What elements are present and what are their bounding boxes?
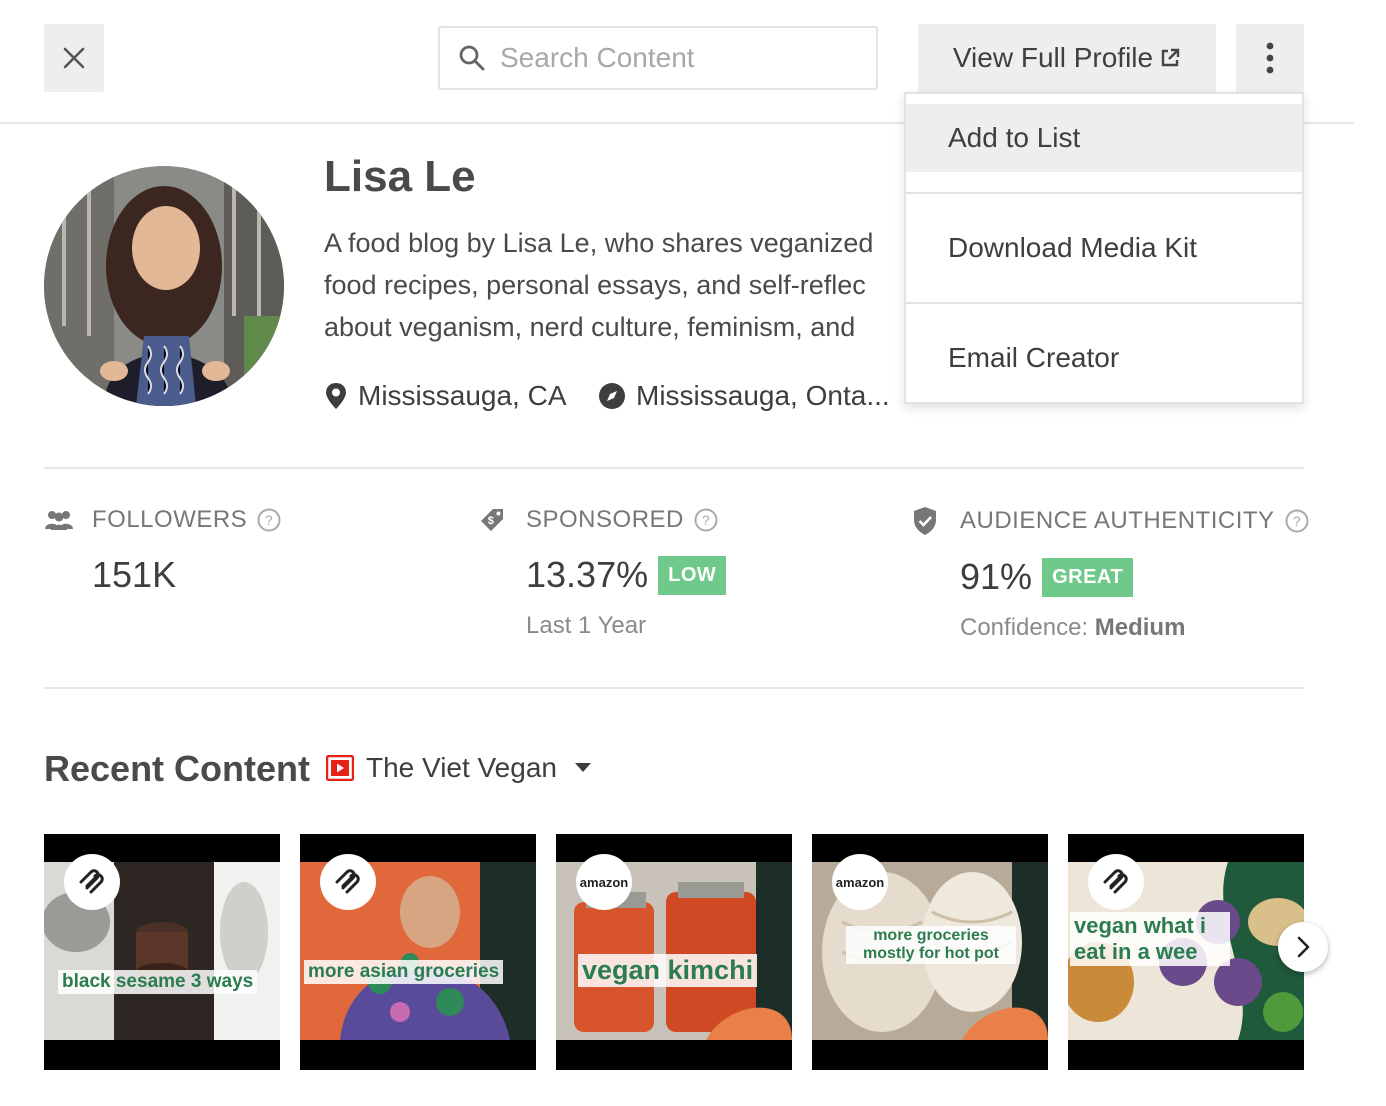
location: Mississauga, CA [324, 380, 567, 412]
content-thumbnail[interactable]: amazon vegan kimchi [556, 834, 792, 1070]
confidence-prefix: Confidence: [960, 614, 1095, 641]
amazon-logo: amazon [832, 854, 888, 910]
menu-item-label: Download Media Kit [948, 232, 1198, 263]
sponsored-badge: LOW [658, 555, 727, 595]
sponsored-label: SPONSORED [526, 506, 684, 533]
bio-line: food recipes, personal essays, and self-… [324, 270, 866, 300]
bio-line: A food blog by Lisa Le, who shares vegan… [324, 228, 874, 258]
sponsored-value: 13.37% [526, 554, 649, 595]
help-icon[interactable]: ? [1285, 509, 1309, 533]
content-thumbnail[interactable]: more asian groceries [300, 834, 536, 1070]
squarespace-icon [1088, 854, 1144, 910]
channel-dropdown[interactable]: The Viet Vegan [326, 752, 591, 784]
confidence-value: Medium [1094, 614, 1186, 641]
thumbnail-caption: black sesame 3 ways [58, 970, 258, 994]
recent-content-title: Recent Content [44, 748, 311, 789]
menu-item-label: Email Creator [948, 342, 1120, 373]
stat-authenticity: AUDIENCE AUTHENTICITY ? 91% GREAT Confid… [912, 506, 1309, 642]
next-content-button[interactable] [1278, 922, 1328, 972]
close-icon [63, 47, 85, 69]
authenticity-confidence: Confidence: Medium [960, 614, 1309, 642]
map-pin-icon [326, 383, 346, 409]
followers-label: FOLLOWERS [92, 506, 248, 533]
amazon-logo: amazon [576, 854, 632, 910]
thumbnail-caption: vegan kimchi [578, 954, 758, 987]
external-link-icon [1159, 47, 1181, 69]
avatar [44, 166, 284, 406]
menu-item-add-to-list[interactable]: Add to List [906, 104, 1302, 172]
menu-item-label: Add to List [948, 122, 1081, 153]
svg-text:?: ? [1292, 513, 1300, 529]
squarespace-icon [64, 854, 120, 910]
menu-item-email-creator[interactable]: Email Creator [906, 304, 1302, 412]
price-tag-icon: $ [481, 509, 503, 531]
followers-value: 151K [92, 554, 177, 595]
close-button[interactable] [44, 24, 104, 92]
menu-item-download-media-kit[interactable]: Download Media Kit [906, 194, 1302, 302]
channel-name: The Viet Vegan [366, 752, 557, 783]
content-thumbnail[interactable]: black sesame 3 ways [44, 834, 280, 1070]
svg-text:?: ? [265, 512, 273, 528]
caret-down-icon [574, 763, 591, 773]
view-full-profile-button[interactable]: View Full Profile [918, 24, 1216, 92]
thumbnail-caption: more asian groceries [304, 960, 504, 984]
sponsored-period: Last 1 Year [526, 612, 647, 639]
authenticity-label: AUDIENCE AUTHENTICITY [960, 507, 1275, 534]
search-input[interactable] [500, 42, 860, 74]
thumbnail-caption: vegan what i eat in a wee [1070, 912, 1230, 966]
authenticity-badge: GREAT [1042, 557, 1134, 597]
hometown-text: Mississauga, Onta... [636, 380, 890, 411]
squarespace-icon [320, 854, 376, 910]
more-options-menu: Add to List Download Media Kit Email Cre… [904, 92, 1304, 404]
creator-name: Lisa Le [324, 152, 476, 201]
section-divider [44, 467, 1304, 469]
svg-text:$: $ [488, 515, 495, 527]
more-vertical-icon [1266, 42, 1274, 74]
content-thumbnail[interactable]: amazon more groceries mostly for hot pot [812, 834, 1048, 1070]
authenticity-value: 91% [960, 556, 1033, 597]
more-options-button[interactable] [1236, 24, 1304, 92]
compass-icon [599, 383, 625, 409]
section-divider [44, 687, 1304, 689]
help-icon[interactable]: ? [257, 508, 281, 532]
help-icon[interactable]: ? [694, 508, 718, 532]
thumbnail-caption: more groceries mostly for hot pot [846, 926, 1016, 964]
hometown: Mississauga, Onta... [598, 380, 890, 412]
youtube-icon [326, 755, 354, 781]
view-full-profile-label: View Full Profile [952, 42, 1154, 73]
location-text: Mississauga, CA [358, 380, 567, 411]
search-icon [459, 45, 485, 71]
users-icon [45, 511, 73, 530]
chevron-right-icon [1297, 936, 1310, 958]
bio-line: about veganism, nerd culture, feminism, … [324, 312, 856, 342]
search-box[interactable] [438, 26, 878, 90]
content-thumbnail[interactable]: vegan what i eat in a wee [1068, 834, 1304, 1070]
svg-text:?: ? [702, 512, 710, 528]
stat-followers: FOLLOWERS ? 151K [44, 506, 281, 596]
stat-sponsored: $ SPONSORED ? 13.37% LOW Last 1 Year [478, 506, 727, 640]
shield-check-icon [914, 507, 936, 535]
creator-bio: A food blog by Lisa Le, who shares vegan… [324, 222, 924, 348]
